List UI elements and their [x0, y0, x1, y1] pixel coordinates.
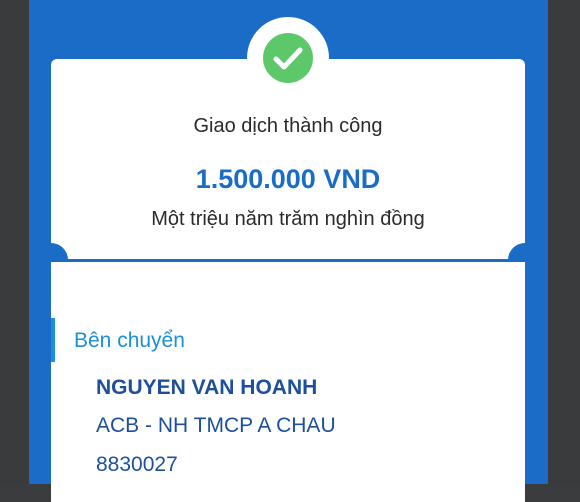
right-background — [548, 0, 580, 484]
amount-in-words: Một triệu năm trăm nghìn đồng — [151, 208, 425, 230]
sender-bank: ACB - NH TMCP A CHAU — [96, 414, 336, 437]
section-accent-bar — [51, 318, 55, 362]
sender-account-number: 8830027 — [96, 453, 178, 476]
transaction-amount: 1.500.000 VND — [195, 164, 381, 194]
checkmark-icon — [263, 33, 313, 83]
left-background — [0, 0, 29, 484]
sender-section-title: Bên chuyển — [74, 329, 185, 352]
sender-name: NGUYEN VAN HOANH — [96, 376, 318, 399]
transaction-status: Giao dịch thành công — [193, 115, 383, 137]
